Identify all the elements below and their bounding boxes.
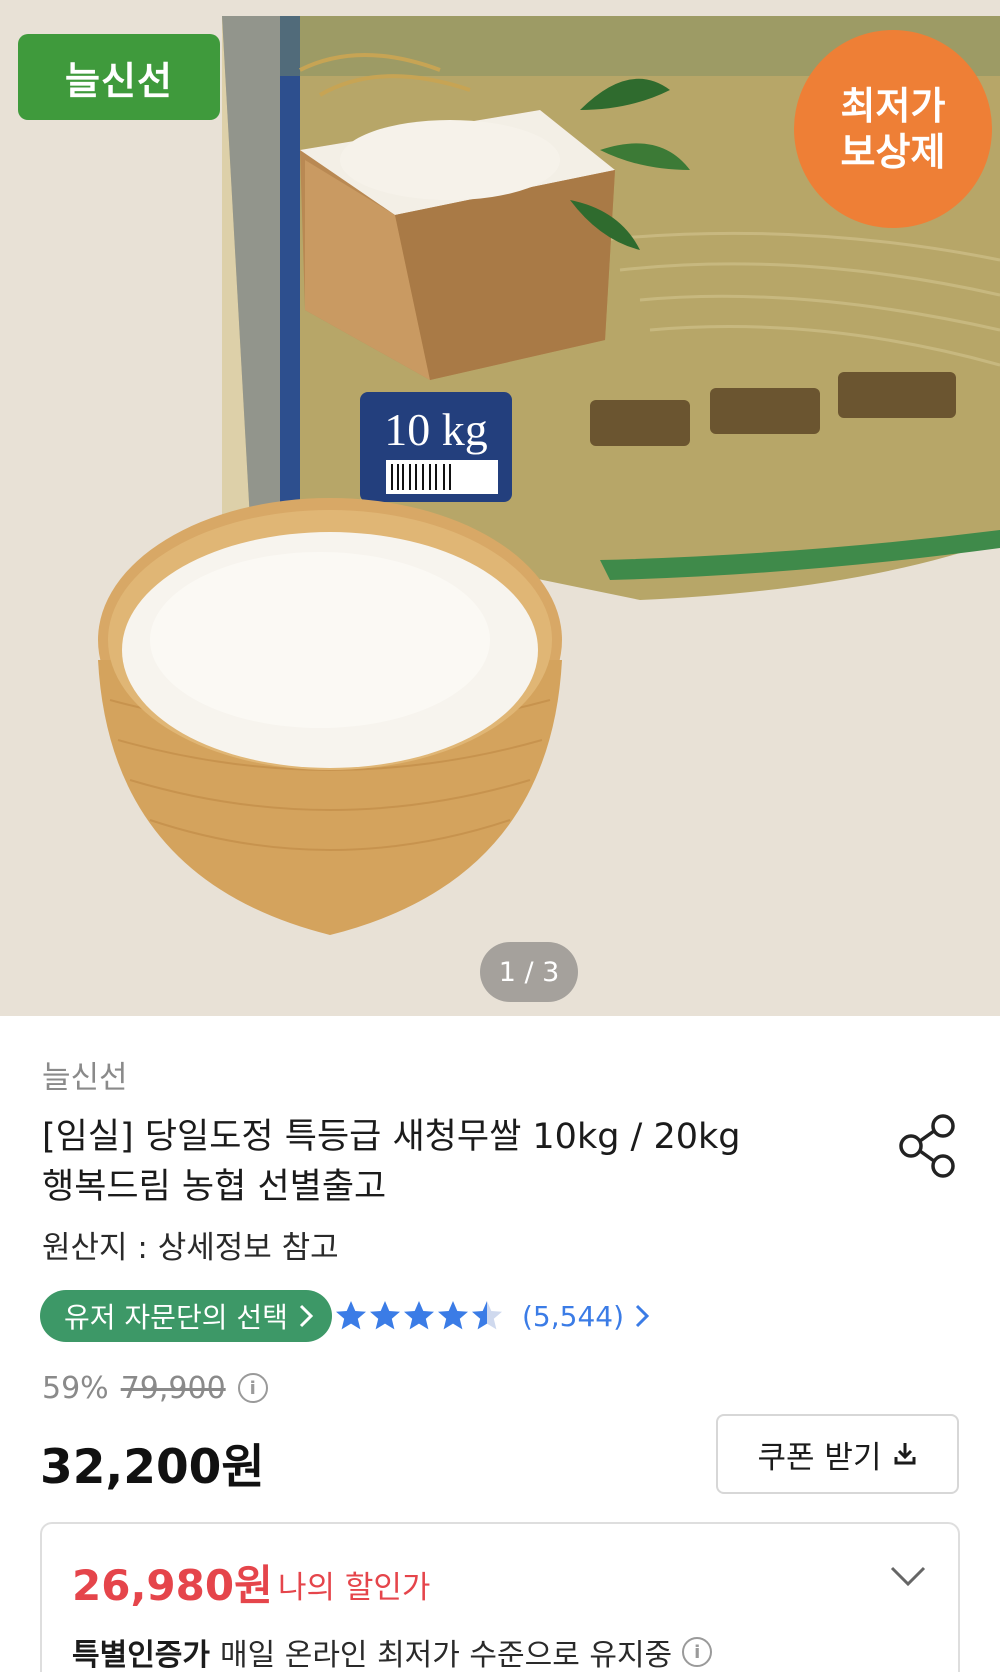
original-price: 79,900 bbox=[120, 1370, 226, 1406]
special-price-text: 매일 온라인 최저가 수준으로 유지중 bbox=[220, 1638, 673, 1672]
chevron-right-icon bbox=[299, 1304, 314, 1328]
seller-name[interactable]: 늘신선 bbox=[42, 1052, 128, 1097]
review-count-link[interactable]: (5,544) bbox=[522, 1294, 650, 1338]
coupon-button-label: 쿠폰 받기 bbox=[757, 1439, 882, 1476]
chevron-right-icon bbox=[635, 1304, 650, 1328]
svg-text:10 kg: 10 kg bbox=[384, 404, 488, 455]
special-certified-price-row: 특별인증가 매일 온라인 최저가 수준으로 유지중 i bbox=[72, 1630, 713, 1672]
advisor-badge-label: 유저 자문단의 선택 bbox=[64, 1301, 288, 1334]
review-count: (5,544) bbox=[522, 1299, 625, 1333]
sale-price: 32,200원 bbox=[40, 1440, 265, 1495]
brand-badge: 늘신선 bbox=[18, 34, 220, 120]
get-coupon-button[interactable]: 쿠폰 받기 bbox=[716, 1414, 959, 1494]
origin-info: 원산지 : 상세정보 참고 bbox=[42, 1230, 339, 1266]
image-page-indicator: 1 / 3 bbox=[480, 942, 578, 1002]
star-icon bbox=[472, 1301, 502, 1330]
star-icon bbox=[370, 1301, 400, 1330]
my-discount-price: 26,980원 bbox=[72, 1561, 273, 1610]
lowest-price-guarantee-badge: 최저가 보상제 bbox=[794, 30, 992, 228]
rating-stars[interactable] bbox=[334, 1294, 504, 1338]
my-discount-price-panel[interactable]: 26,980원 나의 할인가 특별인증가 매일 온라인 최저가 수준으로 유지중… bbox=[40, 1522, 960, 1672]
star-icon bbox=[336, 1301, 366, 1330]
discount-rate: 59% bbox=[42, 1370, 109, 1406]
info-icon[interactable]: i bbox=[682, 1637, 713, 1667]
discount-row: 59% 79,900 i bbox=[42, 1368, 268, 1408]
product-image-carousel[interactable]: 10 kg 늘신선 최저가 보상제 1 / 3 bbox=[0, 0, 1000, 1016]
star-icon bbox=[404, 1301, 434, 1330]
product-title-line2: 행복드림 농협 선별출고 bbox=[42, 1167, 387, 1207]
share-icon bbox=[899, 1114, 955, 1178]
chevron-down-icon[interactable] bbox=[888, 1562, 928, 1590]
price-badge-line1: 최저가 bbox=[840, 84, 946, 128]
download-icon bbox=[894, 1443, 916, 1465]
my-discount-price-label: 나의 할인가 bbox=[278, 1570, 431, 1606]
share-button[interactable] bbox=[897, 1112, 959, 1180]
product-title-line1: [임실] 당일도정 특등급 새청무쌀 10kg / 20kg bbox=[42, 1117, 741, 1157]
star-icon bbox=[438, 1301, 468, 1330]
info-icon[interactable]: i bbox=[237, 1373, 268, 1403]
price-badge-line2: 보상제 bbox=[840, 130, 946, 174]
product-title: [임실] 당일도정 특등급 새청무쌀 10kg / 20kg 행복드림 농협 선… bbox=[42, 1112, 842, 1212]
user-advisor-pick-badge[interactable]: 유저 자문단의 선택 bbox=[40, 1290, 332, 1342]
special-price-label: 특별인증가 bbox=[72, 1638, 210, 1672]
